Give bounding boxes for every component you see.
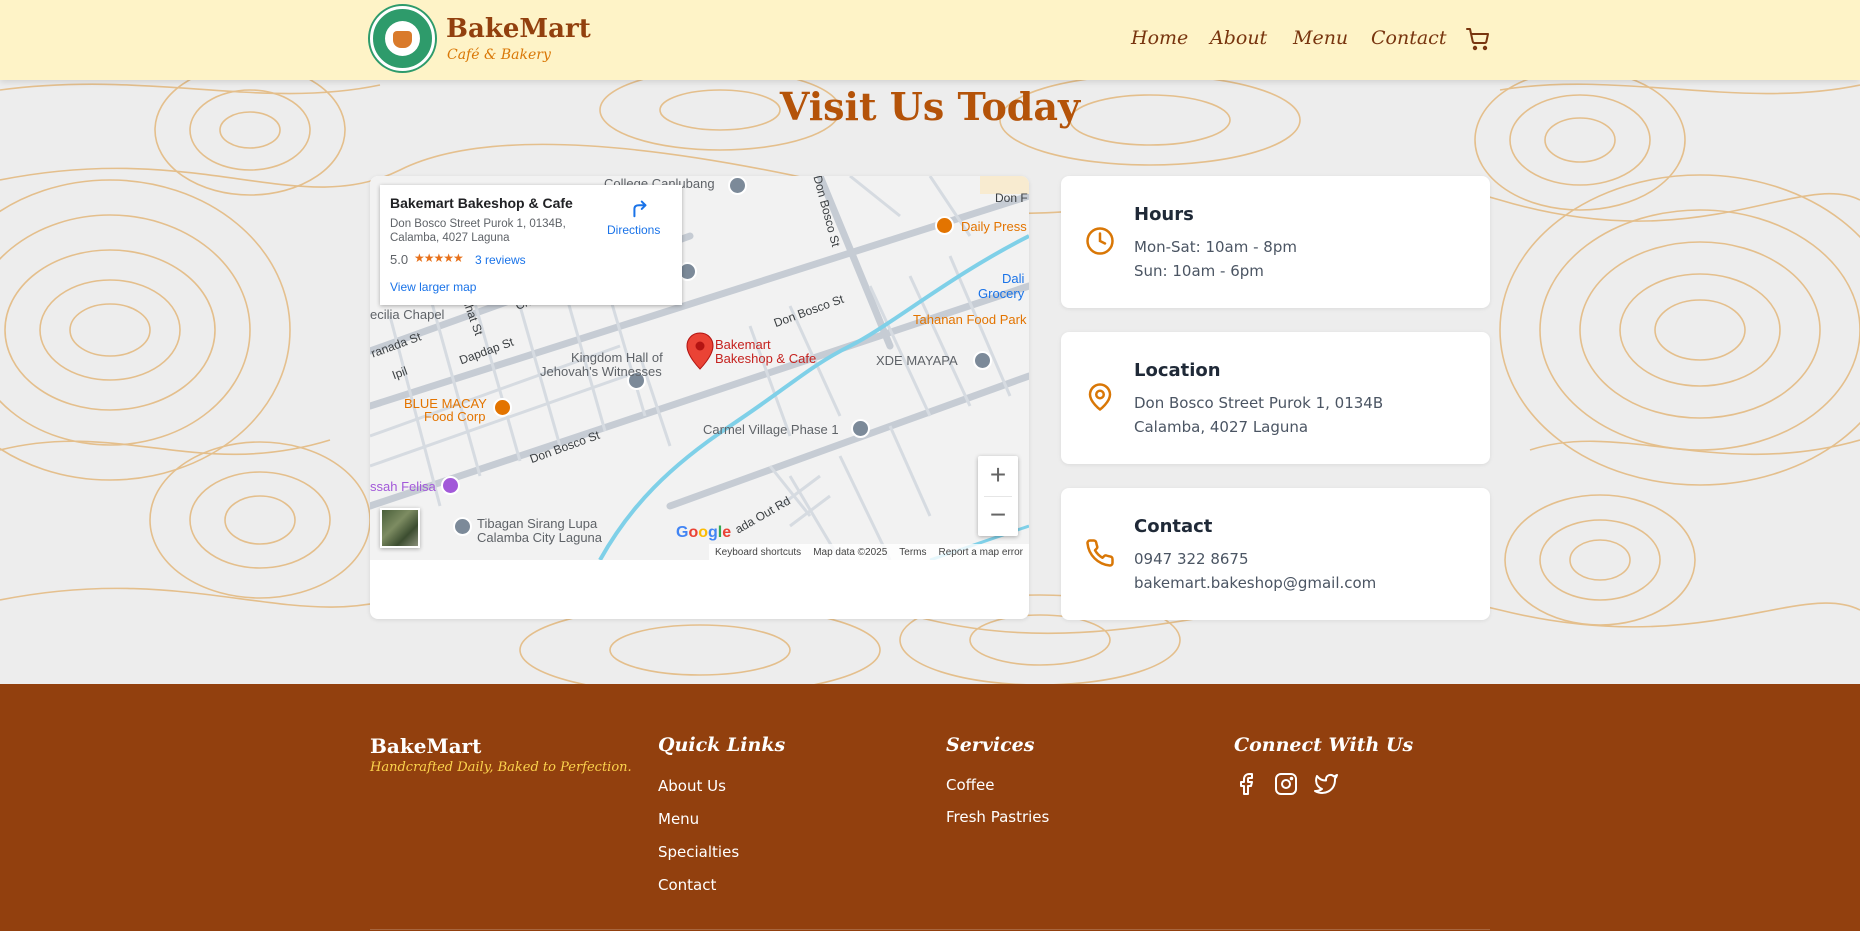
service-item: Coffee — [946, 776, 995, 794]
map-data-label: Map data ©2025 — [813, 546, 888, 558]
site-header: BakeMart Café & Bakery Home About Menu C… — [0, 0, 1860, 80]
directions-icon[interactable] — [628, 197, 650, 219]
map-pin-icon[interactable] — [686, 332, 714, 370]
college-poi-icon[interactable] — [728, 176, 747, 195]
card-title: Hours — [1134, 204, 1194, 225]
instagram-icon[interactable] — [1274, 772, 1298, 796]
footer-divider — [370, 929, 1490, 930]
footer-link-contact[interactable]: Contact — [658, 876, 716, 894]
address-line: Don Bosco Street Purok 1, 0134B, — [390, 218, 566, 230]
clock-icon — [1086, 227, 1114, 255]
cafe-poi-icon[interactable] — [935, 216, 954, 235]
google-logo-letter: G — [676, 524, 689, 541]
map-label: Carmel Village Phase 1 — [703, 422, 839, 437]
place-address: Don Bosco Street Purok 1, 0134B, Calamba… — [390, 217, 590, 245]
tibagan-poi-icon[interactable] — [453, 517, 472, 536]
map-label: Dali — [1002, 271, 1025, 286]
map-label: XDE MAYAPA — [876, 353, 958, 368]
map-label: Grocery — [978, 286, 1025, 301]
map-attribution: Keyboard shortcuts Map data ©2025 Terms … — [709, 544, 1029, 560]
map-card: College Canlubang Daily Press Dali Groce… — [370, 176, 1029, 619]
map-label: Jehovah's Witnesses — [540, 364, 662, 379]
page-title: Visit Us Today — [779, 84, 1081, 129]
twitter-icon[interactable] — [1314, 772, 1338, 796]
zoom-controls: + − — [978, 456, 1018, 536]
embedded-map[interactable]: College Canlubang Daily Press Dali Groce… — [370, 176, 1029, 560]
map-label: Tahanan Food Park — [913, 312, 1027, 327]
address-line: Calamba, 4027 Laguna — [1134, 418, 1309, 436]
shop-poi-icon[interactable] — [441, 476, 460, 495]
pin-label: Bakemart — [715, 337, 771, 352]
map-info-box: Bakemart Bakeshop & Cafe Don Bosco Stree… — [380, 185, 682, 305]
terms-link[interactable]: Terms — [899, 547, 926, 558]
nav-menu[interactable]: Menu — [1293, 27, 1348, 49]
hours-line: Sun: 10am - 6pm — [1134, 262, 1264, 280]
keyboard-shortcuts-link[interactable]: Keyboard shortcuts — [715, 547, 801, 558]
contact-card: Contact 0947 322 8675 bakemart.bakeshop@… — [1061, 488, 1490, 620]
footer-link-specialties[interactable]: Specialties — [658, 843, 739, 861]
phone-icon — [1086, 539, 1114, 567]
phone-number[interactable]: 0947 322 8675 — [1134, 550, 1249, 568]
map-label: Kingdom Hall of — [571, 350, 663, 365]
carmel-poi-icon[interactable] — [851, 419, 870, 438]
footer-link-about[interactable]: About Us — [658, 777, 726, 795]
nav-contact[interactable]: Contact — [1371, 27, 1446, 49]
google-logo: Google — [676, 524, 731, 542]
map-label: Food Corp — [424, 409, 486, 424]
brand-name[interactable]: BakeMart — [446, 14, 591, 44]
address-line: Calamba, 4027 Laguna — [390, 232, 510, 244]
zoom-in-button[interactable]: + — [978, 456, 1018, 496]
directions-link[interactable]: Directions — [607, 223, 660, 237]
site-footer: BakeMart Handcrafted Daily, Baked to Per… — [0, 684, 1860, 931]
map-label: Tibagan Sirang Lupa — [477, 516, 598, 531]
place-name: Bakemart Bakeshop & Cafe — [390, 195, 573, 211]
services-heading: Services — [946, 734, 1035, 756]
hours-card: Hours Mon-Sat: 10am - 8pm Sun: 10am - 6p… — [1061, 176, 1490, 308]
email-address[interactable]: bakemart.bakeshop@gmail.com — [1134, 574, 1376, 592]
google-logo-letter: o — [688, 524, 699, 541]
location-pin-icon — [1088, 383, 1112, 411]
satellite-toggle-button[interactable] — [380, 508, 420, 548]
map-label: ecilia Chapel — [370, 307, 445, 322]
card-title: Location — [1134, 360, 1221, 381]
card-title: Contact — [1134, 516, 1213, 537]
hours-line: Mon-Sat: 10am - 8pm — [1134, 238, 1297, 256]
connect-heading: Connect With Us — [1234, 734, 1414, 756]
map-label: ssah Felisa — [370, 479, 436, 494]
brand-subtitle: Café & Bakery — [447, 47, 551, 63]
nav-about[interactable]: About — [1210, 27, 1267, 49]
bakery-logo[interactable] — [370, 6, 435, 71]
view-larger-map-link[interactable]: View larger map — [390, 280, 476, 294]
restaurant-poi-icon[interactable] — [493, 398, 512, 417]
address-line: Don Bosco Street Purok 1, 0134B — [1134, 394, 1384, 412]
pin-label: Bakeshop & Cafe — [715, 351, 817, 366]
location-card: Location Don Bosco Street Purok 1, 0134B… — [1061, 332, 1490, 464]
star-rating-icon: ★★★★★ — [414, 251, 464, 265]
nav-home[interactable]: Home — [1131, 27, 1188, 49]
zoom-out-button[interactable]: − — [978, 496, 1018, 536]
quick-links-heading: Quick Links — [658, 734, 786, 756]
street-label: Don F — [995, 191, 1028, 205]
footer-brand: BakeMart — [370, 734, 482, 758]
footer-link-menu[interactable]: Menu — [658, 810, 699, 828]
report-error-link[interactable]: Report a map error — [939, 547, 1023, 558]
xde-poi-icon[interactable] — [973, 351, 992, 370]
facebook-icon[interactable] — [1234, 772, 1258, 796]
google-logo-letter: g — [708, 524, 718, 541]
map-label: Daily Press — [961, 219, 1027, 234]
google-logo-letter: o — [698, 524, 709, 541]
service-item: Fresh Pastries — [946, 808, 1050, 826]
reviews-link[interactable]: 3 reviews — [475, 253, 526, 267]
place-rating: 5.0 — [390, 252, 409, 267]
google-logo-letter: e — [722, 524, 732, 541]
map-label: Calamba City Laguna — [477, 530, 603, 545]
footer-tagline: Handcrafted Daily, Baked to Perfection. — [370, 760, 632, 775]
shopping-cart-icon[interactable] — [1465, 27, 1491, 51]
